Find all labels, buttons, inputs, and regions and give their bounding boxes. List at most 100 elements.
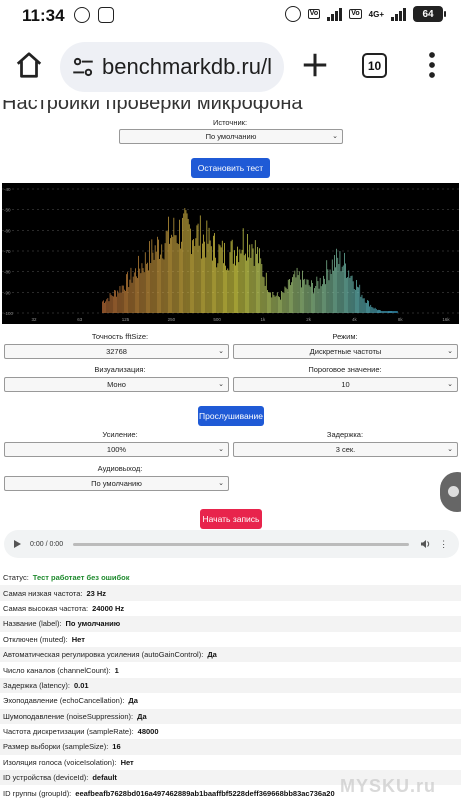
signal2-icon bbox=[391, 7, 406, 21]
site-settings-icon[interactable] bbox=[70, 54, 96, 80]
spectrum-bar bbox=[139, 268, 141, 313]
spectrum-bar bbox=[165, 230, 167, 313]
threshold-label: Пороговое значение: bbox=[308, 365, 382, 374]
audio-output-select[interactable]: По умолчанию ⌄ bbox=[4, 476, 229, 491]
stop-test-button[interactable]: Остановить тест bbox=[191, 158, 270, 178]
spectrum-bar bbox=[152, 252, 154, 313]
spectrum-bar bbox=[322, 284, 323, 313]
visualization-select[interactable]: Моно ⌄ bbox=[4, 377, 229, 392]
spectrum-bar bbox=[249, 244, 251, 313]
spectrum-bar bbox=[191, 254, 192, 313]
spectrum-bar bbox=[195, 238, 197, 313]
spectrum-bar bbox=[210, 246, 212, 313]
spectrum-bar bbox=[271, 297, 273, 313]
x-tick-label: 250 bbox=[168, 317, 176, 322]
spectrum-bar bbox=[340, 271, 342, 313]
spectrum-bar bbox=[353, 288, 355, 313]
page-heading: Настройки проверки микрофона bbox=[2, 100, 303, 114]
spectrum-bar bbox=[150, 263, 152, 313]
spectrum-bar bbox=[320, 286, 322, 313]
info-label: ID группы (groupId): bbox=[3, 788, 72, 798]
source-select[interactable]: По умолчанию ⌄ bbox=[119, 129, 343, 144]
browser-toolbar: benchmarkdb.ru/l 10 bbox=[0, 32, 461, 100]
info-row: Статус: Тест работает без ошибок bbox=[0, 570, 461, 585]
info-label: Эхоподавление (echoCancellation): bbox=[3, 696, 125, 706]
spectrum-bar bbox=[115, 290, 116, 313]
info-value: Да bbox=[207, 650, 217, 660]
threshold-select-value: 10 bbox=[341, 380, 350, 389]
spectrum-bar bbox=[347, 277, 348, 313]
spectrum-bar bbox=[216, 267, 218, 313]
spectrum-bar bbox=[326, 260, 328, 313]
spectrum-bar bbox=[276, 292, 278, 313]
device-info-list: Статус: Тест работает без ошибок Самая низ… bbox=[0, 570, 461, 800]
audio-more-icon[interactable]: ⋮ bbox=[439, 539, 448, 549]
spectrum-bar bbox=[161, 244, 163, 313]
spectrum-bar bbox=[274, 296, 276, 313]
spectrum-bar bbox=[291, 282, 292, 313]
mode-select[interactable]: Дискретные частоты ⌄ bbox=[233, 344, 458, 359]
accuracy-select[interactable]: 32768 ⌄ bbox=[4, 344, 229, 359]
threshold-select[interactable]: 10 ⌄ bbox=[233, 377, 458, 392]
chevron-down-icon: ⌄ bbox=[447, 446, 453, 453]
spectrum-bar bbox=[237, 246, 238, 313]
tab-switcher-button[interactable]: 10 bbox=[362, 53, 387, 78]
spectrum-bar bbox=[293, 274, 295, 313]
spectrum-bar bbox=[196, 225, 198, 313]
spectrum-bar bbox=[316, 276, 318, 313]
info-label: Автоматическая регулировка усиления (aut… bbox=[3, 650, 204, 660]
audio-seek-bar[interactable] bbox=[73, 542, 410, 546]
chevron-down-icon: ⌄ bbox=[218, 348, 224, 355]
spectrum-bar bbox=[329, 269, 331, 313]
spectrum-bar bbox=[348, 270, 350, 313]
delay-select[interactable]: 3 сек. ⌄ bbox=[233, 442, 458, 457]
spectrum-bar bbox=[351, 275, 353, 313]
spectrum-bar bbox=[373, 308, 375, 313]
spectrum-bar bbox=[194, 246, 196, 313]
home-icon[interactable] bbox=[14, 50, 44, 80]
spectrum-bar bbox=[217, 263, 219, 313]
spectrum-bar bbox=[270, 292, 271, 313]
new-tab-icon[interactable] bbox=[300, 50, 330, 80]
spectrum-bar bbox=[318, 288, 320, 313]
url-text[interactable]: benchmarkdb.ru/l bbox=[102, 54, 280, 80]
info-label: Отключен (muted): bbox=[3, 634, 68, 644]
info-row: Частота дискретизации (sampleRate): 48000 bbox=[0, 724, 461, 739]
gain-select[interactable]: 100% ⌄ bbox=[4, 442, 229, 457]
info-row: Самая высокая частота: 24000 Hz bbox=[0, 601, 461, 616]
listen-button[interactable]: Прослушивание bbox=[198, 406, 264, 426]
x-tick-label: 16k bbox=[442, 317, 450, 322]
spectrum-bar bbox=[202, 243, 203, 313]
spectrum-bar bbox=[259, 248, 260, 313]
info-value: eeafbeafb7628bd016a497462889ab1baaffbf52… bbox=[75, 788, 335, 798]
spectrum-bar bbox=[168, 216, 169, 313]
start-recording-button[interactable]: Начать запись bbox=[200, 509, 262, 529]
spectrum-bar bbox=[213, 235, 214, 313]
spectrum-bar bbox=[285, 287, 287, 313]
spectrum-bar bbox=[264, 285, 266, 313]
spectrum-bar bbox=[257, 247, 258, 313]
spectrum-bar bbox=[275, 295, 277, 313]
visualization-label: Визуализация: bbox=[94, 365, 146, 374]
spectrum-bar bbox=[327, 269, 329, 313]
spectrum-bar bbox=[375, 309, 377, 313]
more-menu-icon[interactable] bbox=[424, 50, 440, 80]
spectrum-bar bbox=[223, 263, 224, 313]
spectrum-bar bbox=[379, 309, 380, 313]
floating-button[interactable] bbox=[440, 472, 461, 512]
spectrum-bar bbox=[284, 286, 286, 313]
spectrum-bar bbox=[313, 293, 314, 313]
spectrum-bar bbox=[383, 311, 385, 313]
volume-icon[interactable] bbox=[421, 540, 431, 548]
y-tick-label: -50 bbox=[4, 208, 11, 213]
spectrum-bar bbox=[335, 267, 336, 313]
spectrum-bar bbox=[174, 235, 176, 313]
address-bar[interactable]: benchmarkdb.ru/l bbox=[60, 42, 284, 92]
spectrum-bar bbox=[344, 252, 345, 313]
chevron-down-icon: ⌄ bbox=[447, 381, 453, 388]
play-icon[interactable] bbox=[14, 540, 21, 548]
spectrum-bar bbox=[243, 255, 245, 313]
info-row: Размер выборки (sampleSize): 16 bbox=[0, 739, 461, 755]
spectrum-bar bbox=[370, 304, 372, 313]
spectrum-bar bbox=[122, 285, 124, 313]
